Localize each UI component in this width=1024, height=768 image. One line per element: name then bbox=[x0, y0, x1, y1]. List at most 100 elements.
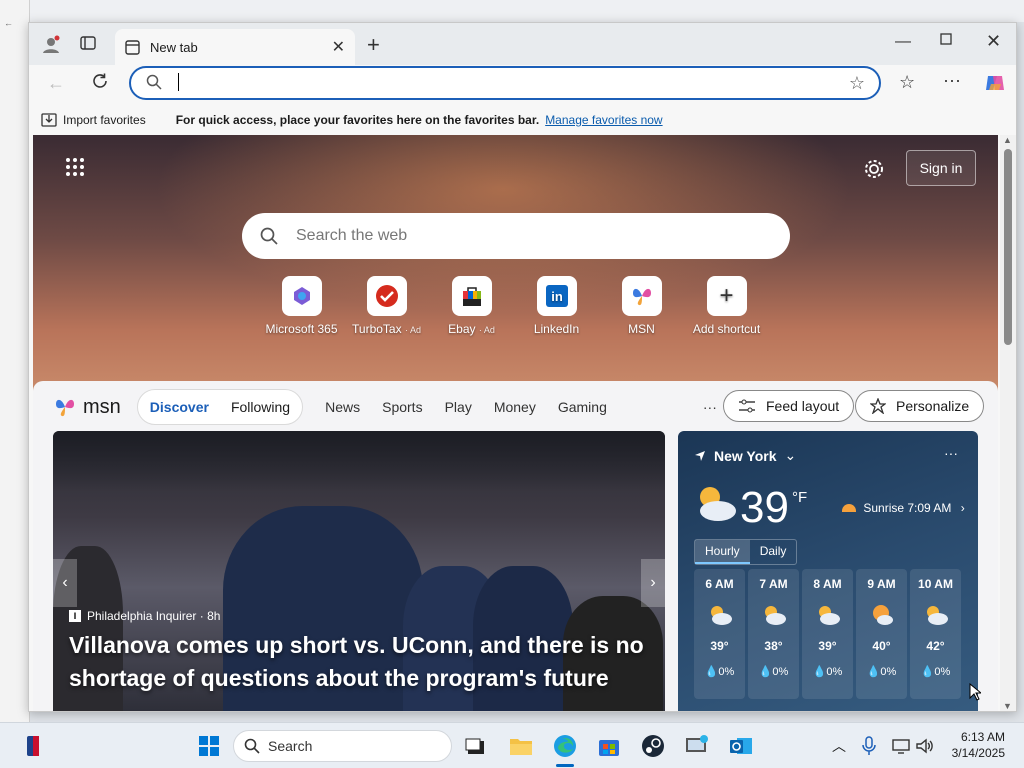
ebay-bag-icon bbox=[460, 284, 484, 308]
new-tab-plus-icon[interactable]: + bbox=[367, 32, 380, 58]
chevron-up-icon[interactable]: ︿ bbox=[826, 733, 852, 759]
settings-gear-icon[interactable] bbox=[863, 158, 885, 180]
web-search-box[interactable]: Search the web bbox=[242, 213, 790, 259]
scrollbar-thumb[interactable] bbox=[1004, 149, 1012, 345]
hero-prev-arrow-icon[interactable]: ‹ bbox=[53, 559, 77, 607]
personalize-button[interactable]: Personalize bbox=[855, 390, 985, 422]
taskbar-search[interactable]: Search bbox=[233, 730, 452, 762]
hero-source-text: Philadelphia Inquirer · 8h bbox=[87, 609, 221, 623]
microsoft-store-icon[interactable] bbox=[596, 733, 622, 759]
favorite-star-icon[interactable]: ☆ bbox=[849, 73, 865, 94]
location-arrow-icon bbox=[694, 450, 706, 462]
hero-headline[interactable]: Villanova comes up short vs. UConn, and … bbox=[69, 629, 659, 695]
nav-news[interactable]: News bbox=[325, 399, 360, 415]
shortcut-msn[interactable]: MSN bbox=[599, 276, 684, 336]
sunrise-text: Sunrise 7:09 AM bbox=[863, 501, 952, 515]
ad-tag: · Ad bbox=[478, 325, 495, 335]
shortcut-ebay[interactable]: Ebay · Ad bbox=[429, 276, 514, 336]
taskbar-search-label: Search bbox=[268, 738, 313, 754]
windows-start-icon[interactable] bbox=[196, 733, 222, 759]
hour-forecast-item[interactable]: 7 AM 38° 💧0% bbox=[748, 569, 799, 699]
microphone-icon[interactable] bbox=[856, 733, 882, 759]
weather-card[interactable]: New York ⌄ ··· 39 °F Sunrise 7:09 AM › H… bbox=[678, 431, 978, 711]
more-menu-icon[interactable]: ··· bbox=[943, 70, 961, 91]
shortcut-turbotax[interactable]: TurboTax · Ad bbox=[344, 276, 429, 336]
tab-new-tab[interactable]: New tab ✕ bbox=[115, 29, 355, 65]
partly-cloudy-icon bbox=[910, 597, 961, 633]
sign-in-button[interactable]: Sign in bbox=[906, 150, 976, 186]
shortcut-linkedin[interactable]: in LinkedIn bbox=[514, 276, 599, 336]
steam-icon[interactable] bbox=[640, 733, 666, 759]
shortcut-label: LinkedIn bbox=[533, 322, 580, 336]
nav-more-icon[interactable]: ··· bbox=[703, 399, 717, 415]
profile-icon[interactable] bbox=[41, 35, 61, 55]
shortcut-microsoft-365[interactable]: Microsoft 365 bbox=[259, 276, 344, 336]
tab-discover[interactable]: Discover bbox=[150, 399, 209, 415]
sunrise-info[interactable]: Sunrise 7:09 AM › bbox=[842, 501, 965, 515]
msn-brand: msn bbox=[83, 395, 121, 418]
hour-forecast-item[interactable]: 8 AM 39° 💧0% bbox=[802, 569, 853, 699]
network-icon[interactable] bbox=[888, 733, 914, 759]
nav-sports[interactable]: Sports bbox=[382, 399, 422, 415]
hour-precip: 0% bbox=[880, 666, 897, 678]
shortcut-label: TurboTax bbox=[352, 322, 402, 336]
tab-hourly[interactable]: Hourly bbox=[695, 540, 750, 564]
mostly-sunny-icon bbox=[856, 597, 907, 633]
window-close-icon[interactable]: ✕ bbox=[986, 31, 1001, 52]
msn-logo-icon[interactable] bbox=[53, 395, 77, 419]
nav-gaming[interactable]: Gaming bbox=[558, 399, 607, 415]
hour-forecast-item[interactable]: 10 AM 42° 💧0% bbox=[910, 569, 961, 699]
hero-next-arrow-icon[interactable]: › bbox=[641, 559, 665, 607]
apps-grid-icon[interactable] bbox=[65, 157, 85, 177]
nav-play[interactable]: Play bbox=[445, 399, 472, 415]
volume-icon[interactable] bbox=[912, 733, 938, 759]
hero-story-card[interactable]: ‹ › I Philadelphia Inquirer · 8h Villano… bbox=[53, 431, 665, 711]
scroll-up-icon[interactable]: ▲ bbox=[1003, 135, 1012, 145]
import-favorites-button[interactable]: Import favorites bbox=[63, 113, 146, 127]
maximize-icon[interactable] bbox=[940, 33, 952, 45]
page-scrollbar[interactable]: ▲ ▼ bbox=[1000, 135, 1016, 711]
hour-forecast-item[interactable]: 9 AM 40° 💧0% bbox=[856, 569, 907, 699]
close-tab-icon[interactable]: ✕ bbox=[332, 37, 345, 57]
background-app-sidebar: ← bbox=[0, 0, 30, 722]
edge-browser-icon[interactable] bbox=[552, 733, 578, 759]
task-view-icon[interactable] bbox=[462, 733, 488, 759]
manage-favorites-link[interactable]: Manage favorites now bbox=[545, 113, 662, 127]
hour-precip: 0% bbox=[934, 666, 951, 678]
weather-location[interactable]: New York ⌄ bbox=[694, 447, 796, 464]
hour-temp: 42° bbox=[926, 639, 945, 653]
back-arrow-icon[interactable]: ← bbox=[4, 18, 13, 28]
hour-time: 9 AM bbox=[867, 577, 896, 591]
copilot-icon[interactable] bbox=[984, 72, 1006, 94]
minimize-icon[interactable]: — bbox=[895, 33, 911, 51]
remote-desktop-icon[interactable] bbox=[684, 733, 710, 759]
turbotax-icon bbox=[375, 284, 399, 308]
tab-title: New tab bbox=[150, 39, 198, 55]
partly-cloudy-icon bbox=[694, 597, 745, 633]
shortcut-label: Microsoft 365 bbox=[265, 322, 338, 336]
hour-precip: 0% bbox=[718, 666, 735, 678]
refresh-icon[interactable] bbox=[91, 72, 109, 90]
plus-icon: + bbox=[719, 282, 734, 309]
tab-actions-icon[interactable] bbox=[80, 35, 96, 51]
feed-layout-button[interactable]: Feed layout bbox=[723, 390, 855, 422]
nav-money[interactable]: Money bbox=[494, 399, 536, 415]
back-icon[interactable]: ← bbox=[47, 73, 65, 94]
outlook-icon[interactable] bbox=[728, 733, 754, 759]
address-bar[interactable]: ☆ bbox=[129, 66, 881, 100]
philadelphia-inquirer-logo-icon: I bbox=[69, 610, 81, 622]
hour-temp: 39° bbox=[710, 639, 729, 653]
system-clock[interactable]: 6:13 AM 3/14/2025 bbox=[952, 729, 1005, 761]
tab-daily[interactable]: Daily bbox=[750, 540, 797, 564]
nba-widget-icon[interactable] bbox=[20, 733, 46, 759]
scroll-down-icon[interactable]: ▼ bbox=[1003, 701, 1012, 711]
file-explorer-icon[interactable] bbox=[508, 733, 534, 759]
favorites-icon[interactable]: ☆ bbox=[899, 72, 915, 93]
add-shortcut[interactable]: + Add shortcut bbox=[684, 276, 769, 336]
tab-following[interactable]: Following bbox=[231, 399, 290, 415]
feed-nav: msn Discover Following News Sports Play … bbox=[53, 389, 717, 425]
weather-temp: 39 bbox=[740, 483, 789, 532]
raindrop-icon: 💧 bbox=[812, 666, 827, 678]
hour-forecast-item[interactable]: 6 AM 39° 💧0% bbox=[694, 569, 745, 699]
weather-more-icon[interactable]: ··· bbox=[944, 445, 958, 461]
